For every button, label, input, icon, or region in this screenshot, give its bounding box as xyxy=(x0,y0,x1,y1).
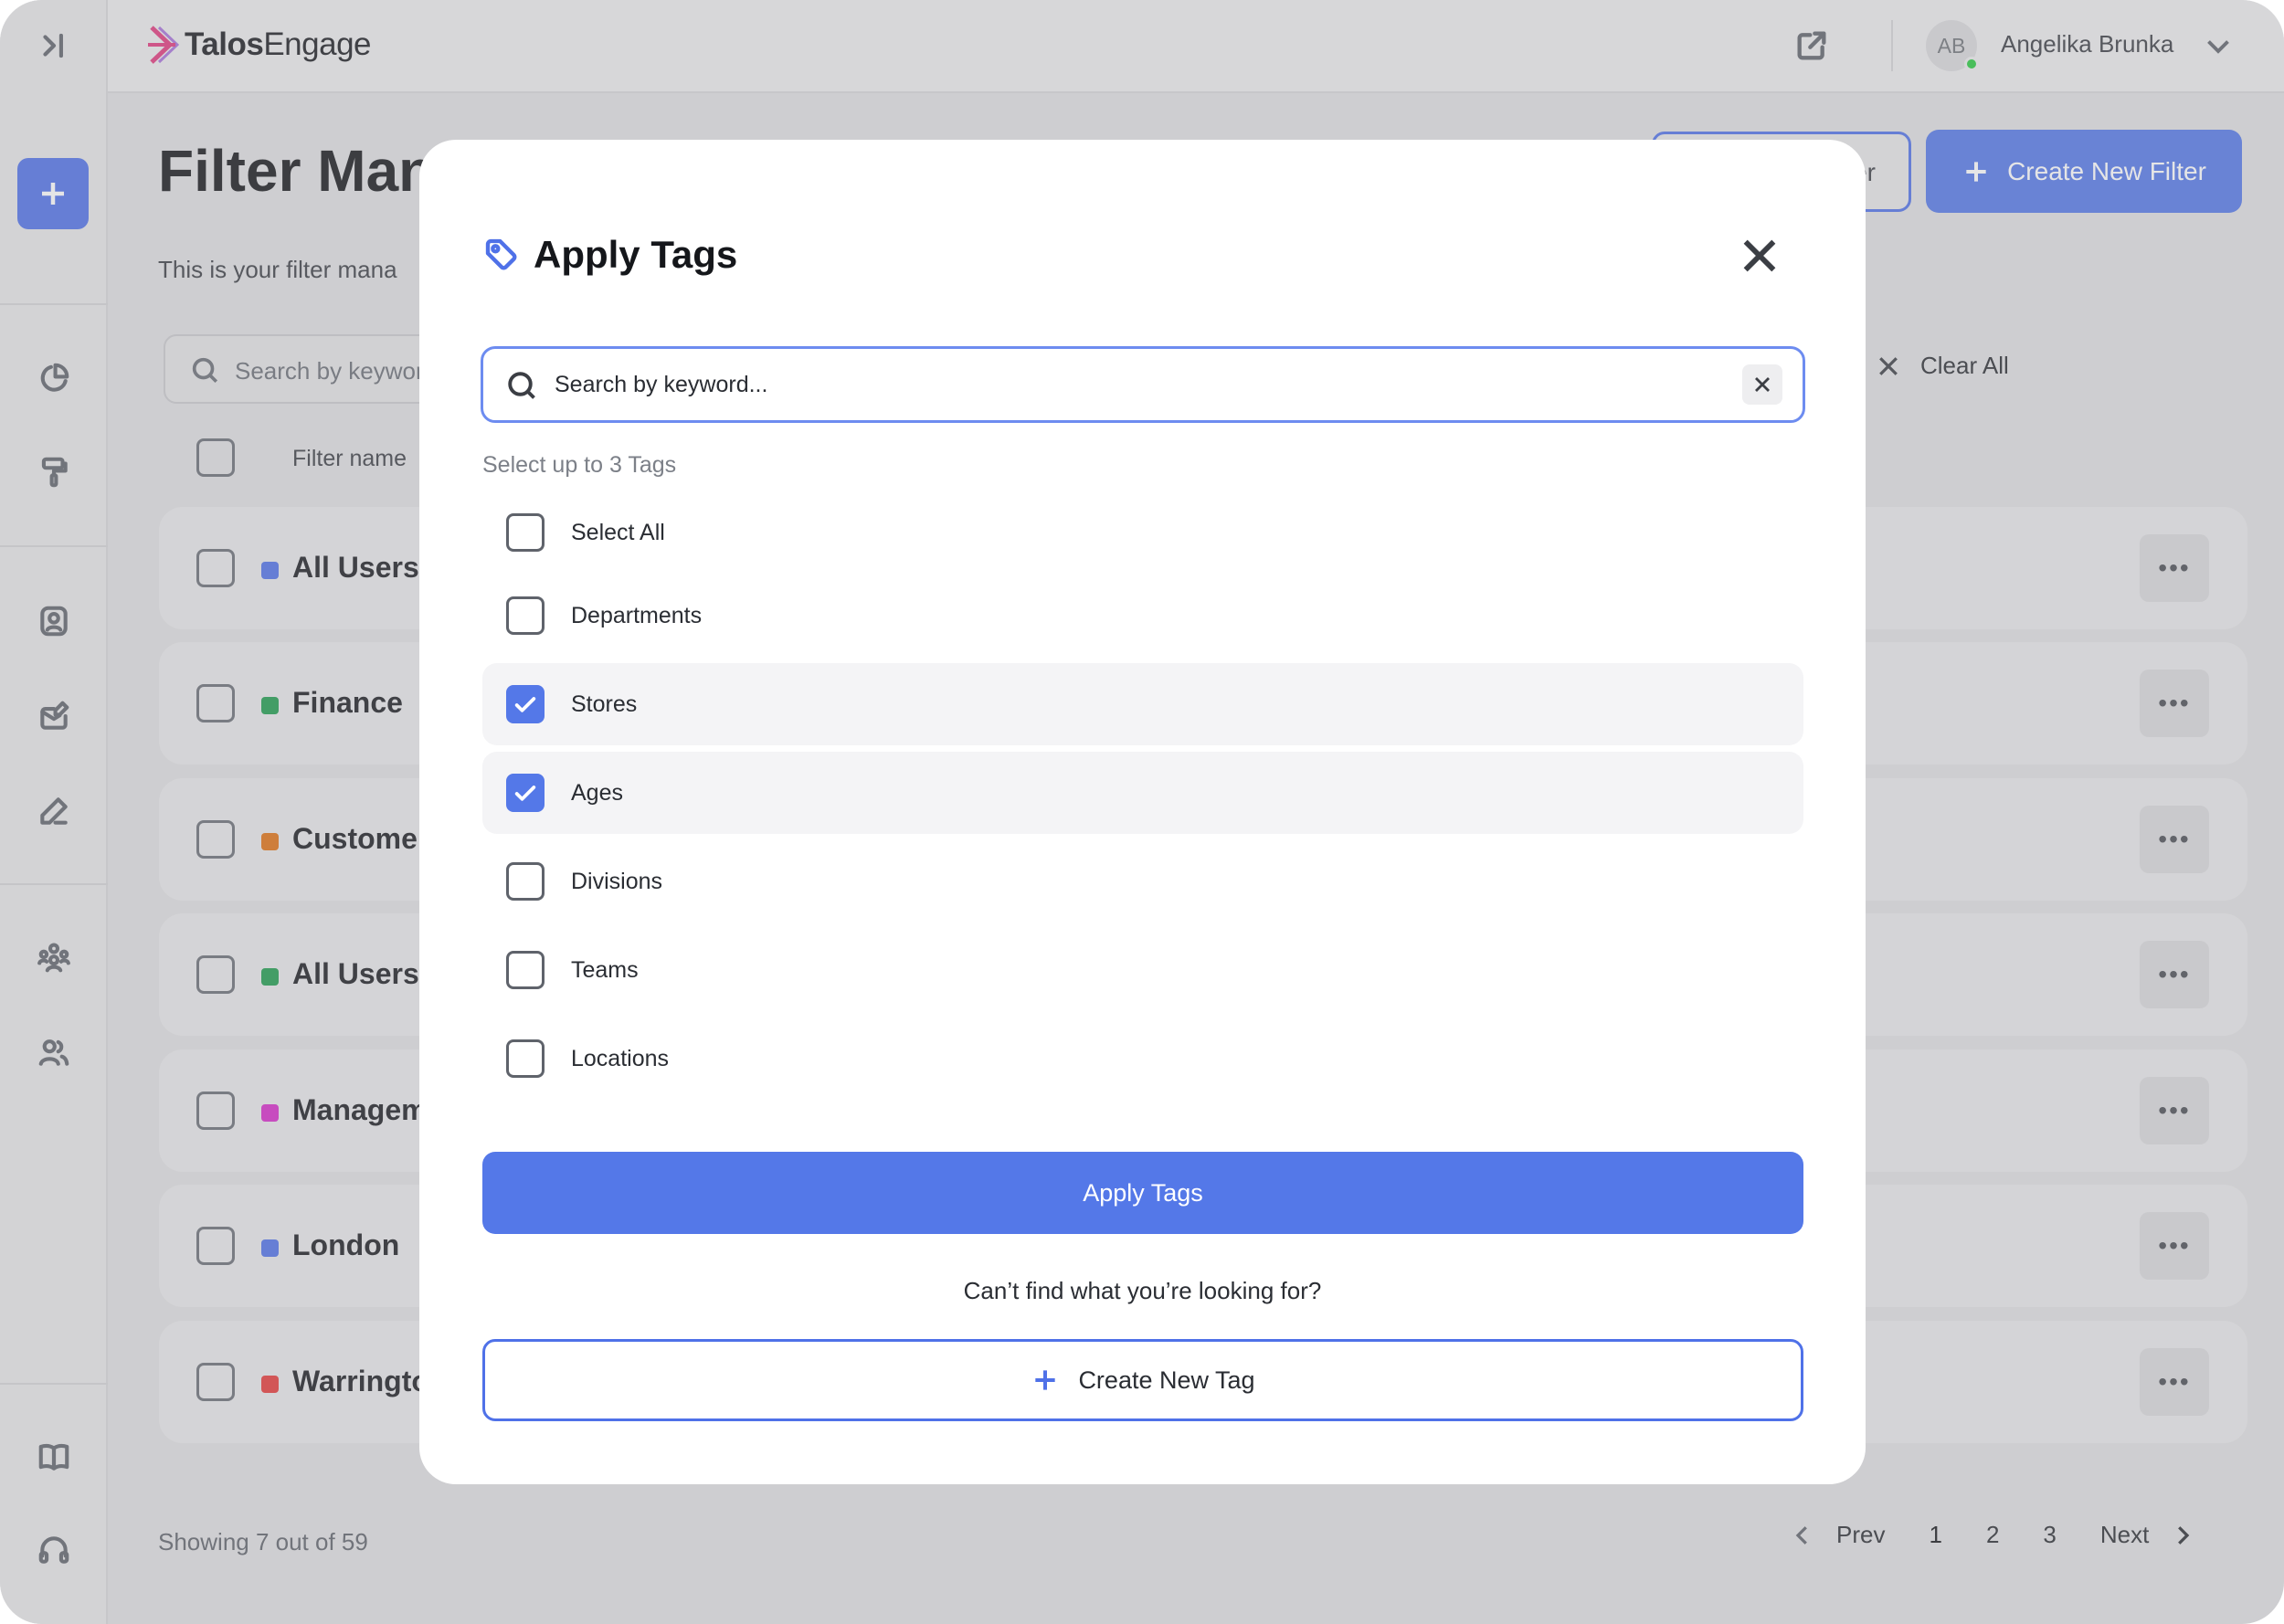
tag-option[interactable]: Locations xyxy=(482,1018,1803,1100)
tag-checkbox[interactable] xyxy=(506,951,545,989)
tag-option-label: Stores xyxy=(571,691,638,717)
modal-title: Apply Tags xyxy=(534,233,738,276)
tag-option[interactable]: Ages xyxy=(482,752,1803,834)
tag-option-label: Divisions xyxy=(571,869,663,894)
search-icon xyxy=(505,369,538,402)
tag-checkbox[interactable] xyxy=(506,862,545,901)
plus-icon xyxy=(1035,1370,1056,1390)
cant-find-text: Can’t find what you’re looking for? xyxy=(963,1277,1322,1304)
tag-search-input[interactable] xyxy=(555,362,1651,407)
close-modal-button[interactable] xyxy=(1739,235,1781,277)
tag-option[interactable]: Teams xyxy=(482,929,1803,1011)
tag-option[interactable]: Divisions xyxy=(482,840,1803,923)
checkmark-icon xyxy=(514,786,536,801)
tag-option-label: Select All xyxy=(571,520,665,545)
close-icon xyxy=(1755,377,1770,392)
tag-checkbox[interactable] xyxy=(506,596,545,635)
tag-option-label: Departments xyxy=(571,603,703,628)
tag-icon xyxy=(483,237,520,273)
tag-option-label: Ages xyxy=(571,780,623,806)
tag-option[interactable]: Select All xyxy=(482,491,1803,574)
tag-checkbox[interactable] xyxy=(506,513,545,552)
tag-checkbox[interactable] xyxy=(506,774,545,812)
tag-checkbox[interactable] xyxy=(506,685,545,723)
clear-search-button[interactable] xyxy=(1742,364,1782,405)
tag-option-label: Locations xyxy=(571,1046,670,1071)
selection-limit-hint: Select up to 3 Tags xyxy=(482,452,677,478)
tag-option[interactable]: Departments xyxy=(482,575,1803,657)
create-new-tag-label: Create New Tag xyxy=(1078,1366,1255,1394)
create-new-tag-button[interactable]: Create New Tag xyxy=(482,1339,1803,1421)
apply-tags-modal: Apply Tags Select up to 3 Tags Select Al… xyxy=(419,140,1866,1484)
tag-option[interactable]: Stores xyxy=(482,663,1803,745)
tag-option-label: Teams xyxy=(571,957,639,983)
tag-checkbox[interactable] xyxy=(506,1039,545,1078)
checkmark-icon xyxy=(514,697,536,712)
close-icon xyxy=(1743,239,1776,272)
app-window: TalosEngage AB Angelika Brunka Filter Ma… xyxy=(0,0,2284,1624)
tag-search-field[interactable] xyxy=(481,346,1805,423)
apply-tags-button[interactable]: Apply Tags xyxy=(482,1152,1803,1234)
